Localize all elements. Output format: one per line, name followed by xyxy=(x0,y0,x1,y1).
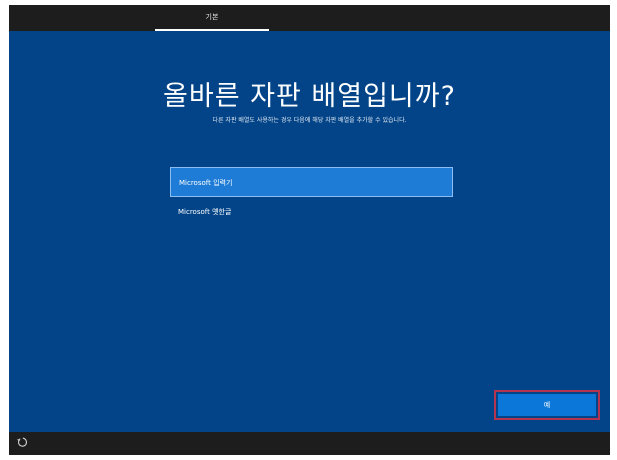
keyboard-layout-list: Microsoft 입력기 Microsoft 옛한글 xyxy=(170,167,453,229)
bottom-bar xyxy=(9,432,610,455)
layout-option-microsoft-old-hangul[interactable]: Microsoft 옛한글 xyxy=(170,199,453,229)
oobe-screen: 기본 올바른 자판 배열입니까? 다른 자판 배열도 사용하는 경우 다음에 해… xyxy=(9,5,610,455)
ease-of-access-icon[interactable] xyxy=(16,436,28,448)
page-subtitle: 다른 자판 배열도 사용하는 경우 다음에 해당 자판 배열을 추가할 수 있습… xyxy=(212,117,407,124)
tab-active-indicator xyxy=(155,29,269,31)
page-title: 올바른 자판 배열입니까? xyxy=(163,81,456,112)
yes-button[interactable]: 예 xyxy=(498,394,596,416)
yes-button-highlight: 예 xyxy=(494,390,600,420)
layout-option-microsoft-ime[interactable]: Microsoft 입력기 xyxy=(170,167,453,197)
top-bar: 기본 xyxy=(9,5,610,31)
tab-basics: 기본 xyxy=(205,13,219,21)
